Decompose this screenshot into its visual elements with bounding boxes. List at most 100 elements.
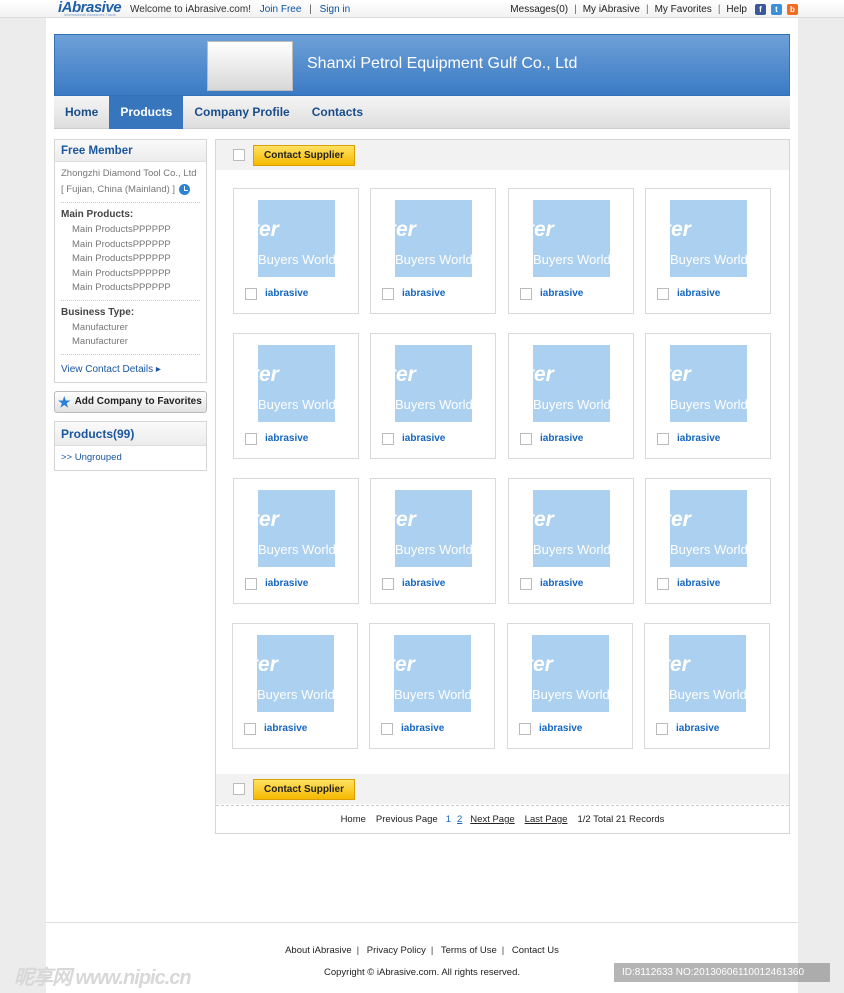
product-image[interactable]: ter Buyers World	[533, 490, 610, 567]
blogger-icon[interactable]: b	[787, 4, 798, 15]
product-checkbox[interactable]	[657, 433, 669, 445]
nav-contacts[interactable]: Contacts	[301, 96, 374, 129]
product-checkbox[interactable]	[382, 578, 394, 590]
product-card[interactable]: ter Buyers World iabrasive	[645, 333, 771, 459]
product-name-link[interactable]: iabrasive	[677, 288, 720, 299]
contact-supplier-button[interactable]: Contact Supplier	[253, 144, 356, 166]
product-checkbox[interactable]	[245, 578, 257, 590]
product-name-link[interactable]: iabrasive	[402, 433, 445, 444]
product-card[interactable]: ter Buyers World iabrasive	[507, 623, 633, 749]
product-image[interactable]: ter Buyers World	[532, 635, 609, 712]
image-watermark: ter	[395, 508, 416, 531]
product-card[interactable]: ter Buyers World iabrasive	[233, 478, 359, 604]
product-image[interactable]: ter Buyers World	[533, 200, 610, 277]
product-checkbox[interactable]	[382, 433, 394, 445]
product-card[interactable]: ter Buyers World iabrasive	[370, 188, 496, 314]
product-card[interactable]: ter Buyers World iabrasive	[233, 333, 359, 459]
footer-terms-link[interactable]: Terms of Use	[441, 945, 497, 956]
member-box: Free Member Zhongzhi Diamond Tool Co., L…	[54, 139, 207, 383]
product-image[interactable]: ter Buyers World	[395, 200, 472, 277]
join-free-link[interactable]: Join Free	[260, 4, 302, 15]
product-image[interactable]: ter Buyers World	[257, 635, 334, 712]
product-name-link[interactable]: iabrasive	[540, 288, 583, 299]
product-image[interactable]: ter Buyers World	[395, 490, 472, 567]
product-card[interactable]: ter Buyers World iabrasive	[508, 333, 634, 459]
footer-privacy-link[interactable]: Privacy Policy	[367, 945, 426, 956]
product-name-link[interactable]: iabrasive	[265, 433, 308, 444]
product-checkbox[interactable]	[657, 288, 669, 300]
image-watermark: Buyers World	[394, 687, 471, 702]
product-card[interactable]: ter Buyers World iabrasive	[370, 333, 496, 459]
product-name-link[interactable]: iabrasive	[676, 723, 719, 734]
product-image[interactable]: ter Buyers World	[670, 490, 747, 567]
sidebar: Free Member Zhongzhi Diamond Tool Co., L…	[54, 139, 207, 471]
contact-supplier-button[interactable]: Contact Supplier	[253, 778, 356, 800]
product-name-link[interactable]: iabrasive	[402, 288, 445, 299]
product-image[interactable]: ter Buyers World	[258, 200, 335, 277]
product-image[interactable]: ter Buyers World	[669, 635, 746, 712]
product-checkbox[interactable]	[381, 723, 393, 735]
ungrouped-link[interactable]: >> Ungrouped	[61, 450, 200, 466]
product-name-link[interactable]: iabrasive	[401, 723, 444, 734]
pager-last[interactable]: Last Page	[525, 814, 568, 825]
pager-page-1[interactable]: 1	[446, 814, 451, 825]
pager-previous[interactable]: Previous Page	[376, 814, 438, 825]
facebook-icon[interactable]: f	[755, 4, 766, 15]
add-to-favorites-button[interactable]: ★ Add Company to Favorites	[54, 390, 207, 413]
product-card[interactable]: ter Buyers World iabrasive	[508, 478, 634, 604]
product-name-link[interactable]: iabrasive	[265, 578, 308, 589]
help-link[interactable]: Help	[726, 4, 747, 15]
product-name-link[interactable]: iabrasive	[264, 723, 307, 734]
product-card[interactable]: ter Buyers World iabrasive	[645, 478, 771, 604]
nav-home[interactable]: Home	[54, 96, 109, 129]
sign-in-link[interactable]: Sign in	[320, 4, 351, 15]
product-image[interactable]: ter Buyers World	[258, 345, 335, 422]
product-name-link[interactable]: iabrasive	[677, 433, 720, 444]
select-all-checkbox[interactable]	[233, 783, 245, 795]
product-card[interactable]: ter Buyers World iabrasive	[232, 623, 358, 749]
product-image[interactable]: ter Buyers World	[670, 345, 747, 422]
product-image[interactable]: ter Buyers World	[258, 490, 335, 567]
product-card[interactable]: ter Buyers World iabrasive	[369, 623, 495, 749]
product-card[interactable]: ter Buyers World iabrasive	[645, 188, 771, 314]
my-favorites-link[interactable]: My Favorites	[655, 4, 712, 15]
product-checkbox[interactable]	[382, 288, 394, 300]
pager-next[interactable]: Next Page	[470, 814, 514, 825]
product-name-link[interactable]: iabrasive	[402, 578, 445, 589]
pager-page-2[interactable]: 2	[457, 814, 462, 825]
nav-company-profile[interactable]: Company Profile	[183, 96, 300, 129]
my-iabrasive-link[interactable]: My iAbrasive	[583, 4, 640, 15]
product-name-link[interactable]: iabrasive	[677, 578, 720, 589]
product-checkbox[interactable]	[244, 723, 256, 735]
product-name-link[interactable]: iabrasive	[540, 578, 583, 589]
product-image[interactable]: ter Buyers World	[394, 635, 471, 712]
product-checkbox[interactable]	[519, 723, 531, 735]
product-checkbox[interactable]	[245, 288, 257, 300]
product-name-link[interactable]: iabrasive	[265, 288, 308, 299]
product-name-link[interactable]: iabrasive	[539, 723, 582, 734]
select-all-checkbox[interactable]	[233, 149, 245, 161]
bottom-action-bar: Contact Supplier	[216, 774, 789, 804]
footer-contact-link[interactable]: Contact Us	[512, 945, 559, 956]
product-image[interactable]: ter Buyers World	[395, 345, 472, 422]
footer-about-link[interactable]: About iAbrasive	[285, 945, 352, 956]
product-image[interactable]: ter Buyers World	[670, 200, 747, 277]
nav-products[interactable]: Products	[109, 96, 184, 129]
product-checkbox[interactable]	[657, 578, 669, 590]
view-contact-details-link[interactable]: View Contact Details ▸	[61, 362, 200, 378]
product-card[interactable]: ter Buyers World iabrasive	[233, 188, 359, 314]
product-name-link[interactable]: iabrasive	[540, 433, 583, 444]
product-checkbox[interactable]	[656, 723, 668, 735]
product-card[interactable]: ter Buyers World iabrasive	[370, 478, 496, 604]
product-image[interactable]: ter Buyers World	[533, 345, 610, 422]
product-checkbox[interactable]	[245, 433, 257, 445]
twitter-icon[interactable]: t	[771, 4, 782, 15]
product-checkbox[interactable]	[520, 288, 532, 300]
image-watermark: Buyers World	[258, 252, 335, 267]
messages-link[interactable]: Messages(0)	[510, 4, 568, 15]
pager-home[interactable]: Home	[341, 814, 366, 825]
product-card[interactable]: ter Buyers World iabrasive	[508, 188, 634, 314]
product-checkbox[interactable]	[520, 578, 532, 590]
product-checkbox[interactable]	[520, 433, 532, 445]
product-card[interactable]: ter Buyers World iabrasive	[644, 623, 770, 749]
